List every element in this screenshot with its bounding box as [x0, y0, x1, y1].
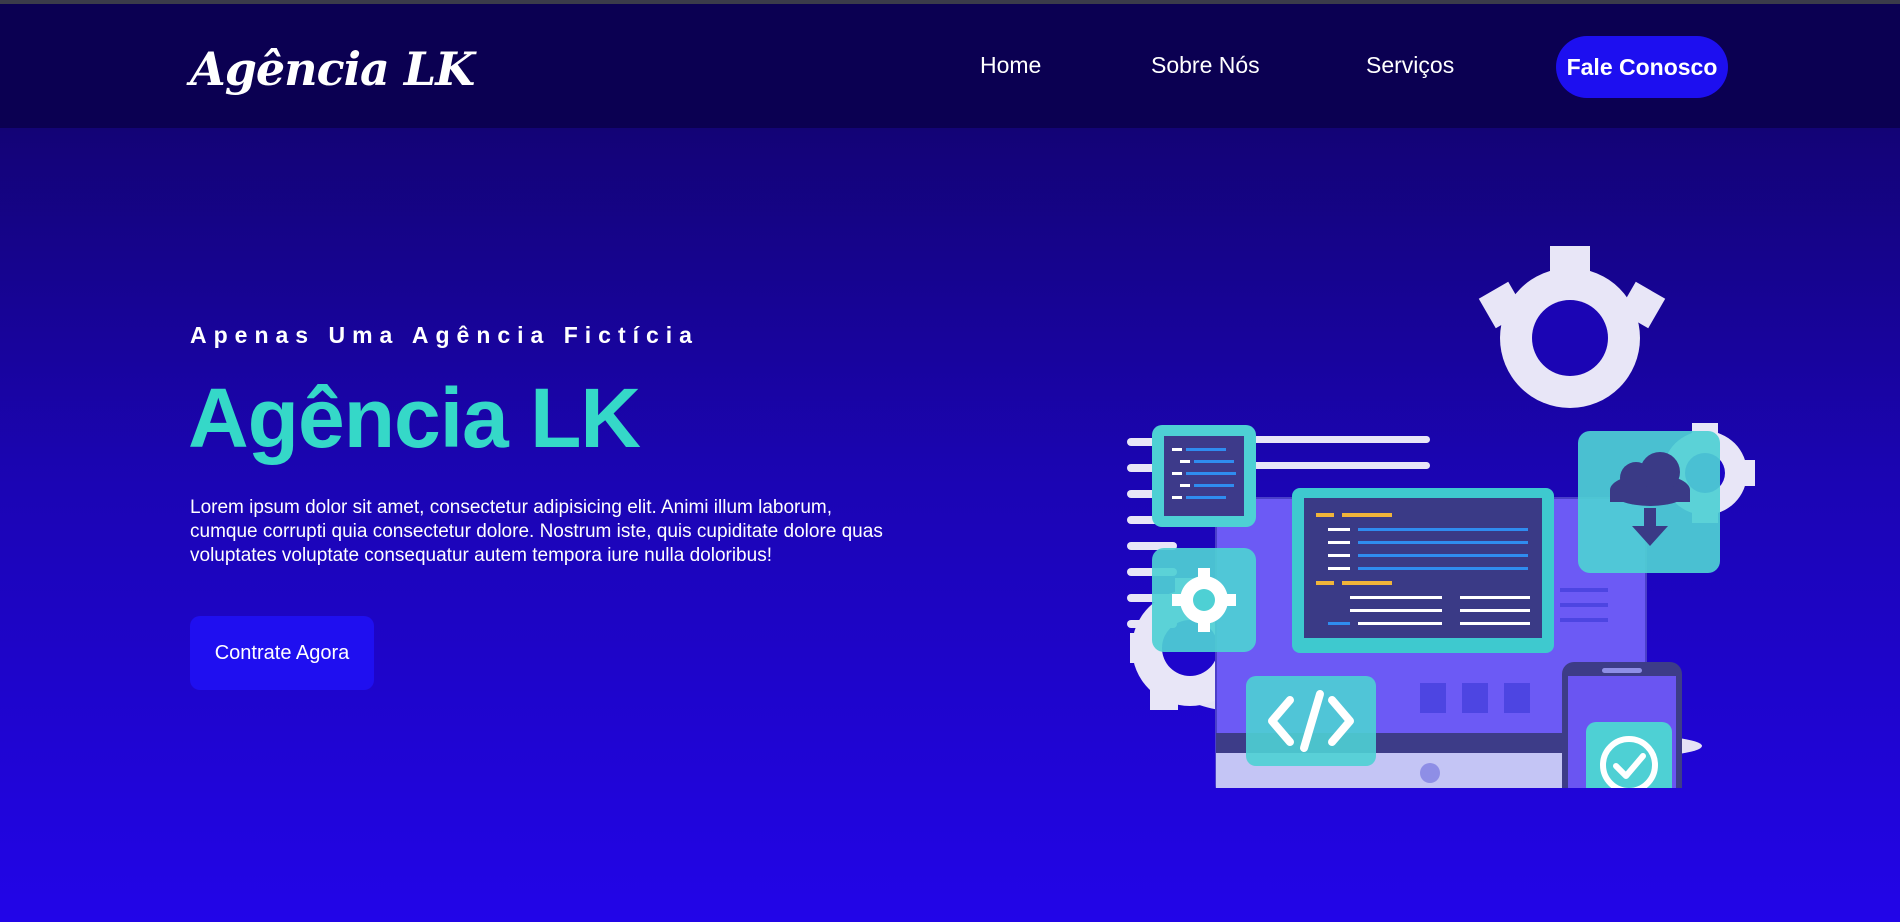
- hero-eyebrow: Apenas Uma Agência Fictícia: [190, 322, 699, 348]
- nav-item-home[interactable]: Home: [980, 52, 1041, 79]
- code-card: [1152, 425, 1256, 527]
- nav-item-sobre-nos[interactable]: Sobre Nós: [1151, 52, 1260, 79]
- gear-icon: [1478, 246, 1666, 408]
- navbar: Agência LK Home Sobre Nós Serviços Fale …: [0, 4, 1900, 128]
- hero-section: Apenas Uma Agência Fictícia Agência LK L…: [0, 128, 1900, 922]
- contrate-agora-button[interactable]: Contrate Agora: [190, 616, 374, 690]
- logo[interactable]: Agência LK: [190, 42, 475, 96]
- nav-item-servicos[interactable]: Serviços: [1366, 52, 1454, 79]
- hero-description: Lorem ipsum dolor sit amet, consectetur …: [190, 497, 883, 566]
- smartphone-icon: [1562, 662, 1682, 788]
- code-panel: [1292, 488, 1554, 653]
- code-tag-card: [1246, 676, 1376, 766]
- hero-title: Agência LK: [188, 371, 641, 465]
- fale-conosco-button[interactable]: Fale Conosco: [1556, 36, 1728, 98]
- hero-illustration: [1127, 246, 1755, 788]
- cloud-card: [1578, 431, 1720, 573]
- settings-card: [1152, 548, 1256, 652]
